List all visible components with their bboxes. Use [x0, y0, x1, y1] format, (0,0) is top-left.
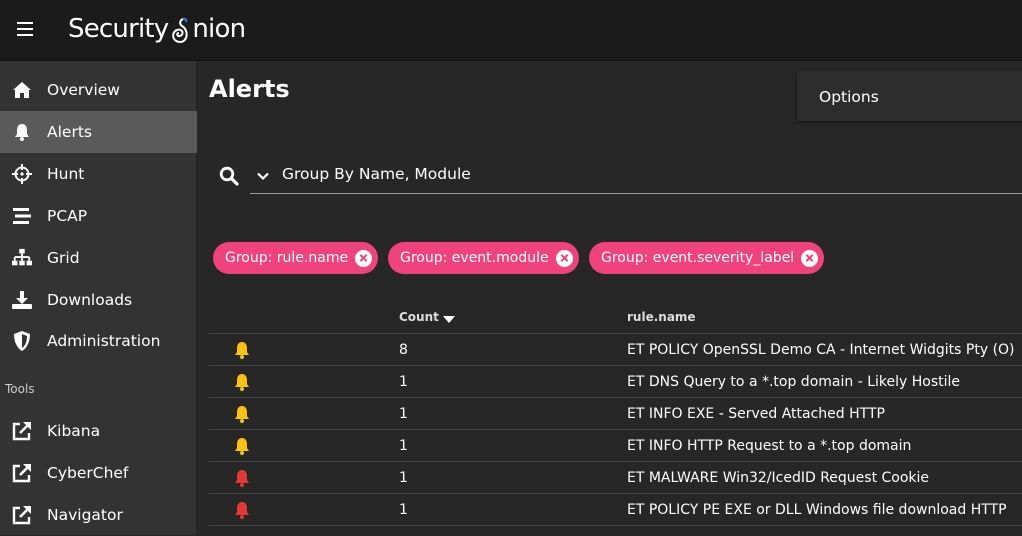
severity-bell-icon[interactable] [233, 469, 251, 487]
table-body: 8 ET POLICY OpenSSL Demo CA - Internet Wi… [209, 334, 1022, 526]
sidebar-item-label: Hunt [47, 165, 85, 183]
brand-text-onion: nion [192, 14, 246, 44]
count-cell: 8 [399, 342, 408, 358]
bell-icon [12, 122, 32, 142]
count-cell: 1 [399, 374, 408, 390]
sidebar-item-kibana[interactable]: Kibana [0, 410, 197, 452]
alerts-table: Count rule.name 8 ET POLICY OpenSSL Demo … [209, 301, 1022, 526]
severity-bell-icon[interactable] [233, 437, 251, 455]
count-cell: 1 [399, 502, 408, 518]
brand-text-security: Security [68, 14, 169, 44]
sidebar-item-downloads[interactable]: Downloads [0, 279, 197, 321]
external-link-icon [12, 421, 32, 441]
options-label: Options [819, 88, 879, 106]
shield-icon [12, 331, 32, 351]
sidebar-item-label: Kibana [47, 422, 101, 440]
sidebar-item-administration[interactable]: Administration [0, 320, 197, 362]
external-link-icon [12, 463, 32, 483]
close-icon[interactable] [355, 249, 373, 267]
table-row[interactable]: 1 ET INFO HTTP Request to a *.top domain [209, 430, 1022, 462]
count-cell: 1 [399, 406, 408, 422]
sidebar-item-label: Navigator [47, 506, 123, 524]
count-cell: 1 [399, 438, 408, 454]
close-icon[interactable] [555, 249, 573, 267]
download-icon [12, 290, 32, 310]
sidebar-item-label: PCAP [47, 207, 88, 225]
sidebar-item-alerts[interactable]: Alerts [0, 111, 197, 153]
sitemap-icon [12, 248, 32, 268]
severity-bell-icon[interactable] [233, 341, 251, 359]
group-chip-rule-name[interactable]: Group: rule.name [213, 242, 379, 274]
count-cell: 1 [399, 470, 408, 486]
sidebar: Overview Alerts Hunt PCAP Grid Downloads [0, 61, 197, 535]
sidebar-item-grid[interactable]: Grid [0, 237, 197, 279]
table-row[interactable]: 1 ET POLICY PE EXE or DLL Windows file do… [209, 494, 1022, 526]
external-link-icon [12, 505, 32, 525]
query-select[interactable]: Group By Name, Module [250, 157, 1022, 194]
sidebar-item-overview[interactable]: Overview [0, 69, 197, 111]
logo[interactable]: Security nion [68, 6, 246, 52]
home-icon [12, 80, 32, 100]
sidebar-item-label: Downloads [47, 291, 133, 309]
group-chip-event-module[interactable]: Group: event.module [388, 242, 579, 274]
rule-name-cell[interactable]: ET POLICY OpenSSL Demo CA - Internet Wid… [627, 342, 1015, 358]
rule-name-cell[interactable]: ET INFO EXE - Served Attached HTTP [627, 406, 885, 422]
app-bar: Security nion [0, 0, 1022, 61]
sidebar-item-hunt[interactable]: Hunt [0, 153, 197, 195]
stream-icon [12, 206, 32, 226]
sort-descending-icon[interactable] [442, 316, 455, 323]
close-icon[interactable] [801, 249, 819, 267]
sidebar-item-label: CyberChef [47, 464, 129, 482]
group-chip-severity-label[interactable]: Group: event.severity_label [589, 242, 825, 274]
table-header: Count rule.name [209, 301, 1022, 334]
sidebar-item-label: Overview [47, 81, 120, 99]
count-column-header[interactable]: Count [399, 310, 455, 324]
table-row[interactable]: 1 ET DNS Query to a *.top domain - Likely… [209, 366, 1022, 398]
sidebar-item-label: Administration [47, 332, 161, 350]
sidebar-item-pcap[interactable]: PCAP [0, 195, 197, 237]
chevron-down-icon[interactable] [256, 169, 270, 183]
rule-name-cell[interactable]: ET POLICY PE EXE or DLL Windows file dow… [627, 502, 1007, 518]
rule-name-cell[interactable]: ET INFO HTTP Request to a *.top domain [627, 438, 911, 454]
page-title: Alerts [209, 75, 290, 103]
severity-bell-icon[interactable] [233, 373, 251, 391]
chip-label: Group: rule.name [225, 250, 349, 266]
sidebar-item-cyberchef[interactable]: CyberChef [0, 452, 197, 494]
sidebar-item-navigator[interactable]: Navigator [0, 494, 197, 536]
query-value: Group By Name, Module [282, 165, 471, 183]
rule-name-cell[interactable]: ET MALWARE Win32/IcedID Request Cookie [627, 470, 929, 486]
crosshairs-icon [12, 164, 32, 184]
onion-swirl-icon [172, 17, 188, 43]
severity-bell-icon[interactable] [233, 405, 251, 423]
search-icon[interactable] [219, 166, 239, 186]
main-content: Alerts Options Group By Name, Module Gro… [197, 61, 1022, 535]
table-row[interactable]: 1 ET INFO EXE - Served Attached HTTP [209, 398, 1022, 430]
table-row[interactable]: 1 ET MALWARE Win32/IcedID Request Cookie [209, 462, 1022, 494]
severity-bell-icon[interactable] [233, 501, 251, 519]
table-row[interactable]: 8 ET POLICY OpenSSL Demo CA - Internet Wi… [209, 334, 1022, 366]
sidebar-item-label: Alerts [47, 123, 92, 141]
menu-icon[interactable] [17, 22, 33, 36]
rule-name-cell[interactable]: ET DNS Query to a *.top domain - Likely … [627, 374, 960, 390]
options-panel[interactable]: Options [797, 71, 1022, 121]
tools-heading: Tools [5, 382, 35, 396]
chip-label: Group: event.severity_label [601, 250, 795, 266]
rule-column-header[interactable]: rule.name [627, 310, 696, 324]
sidebar-item-label: Grid [47, 249, 80, 267]
count-header-label: Count [399, 310, 439, 324]
chip-label: Group: event.module [400, 250, 549, 266]
